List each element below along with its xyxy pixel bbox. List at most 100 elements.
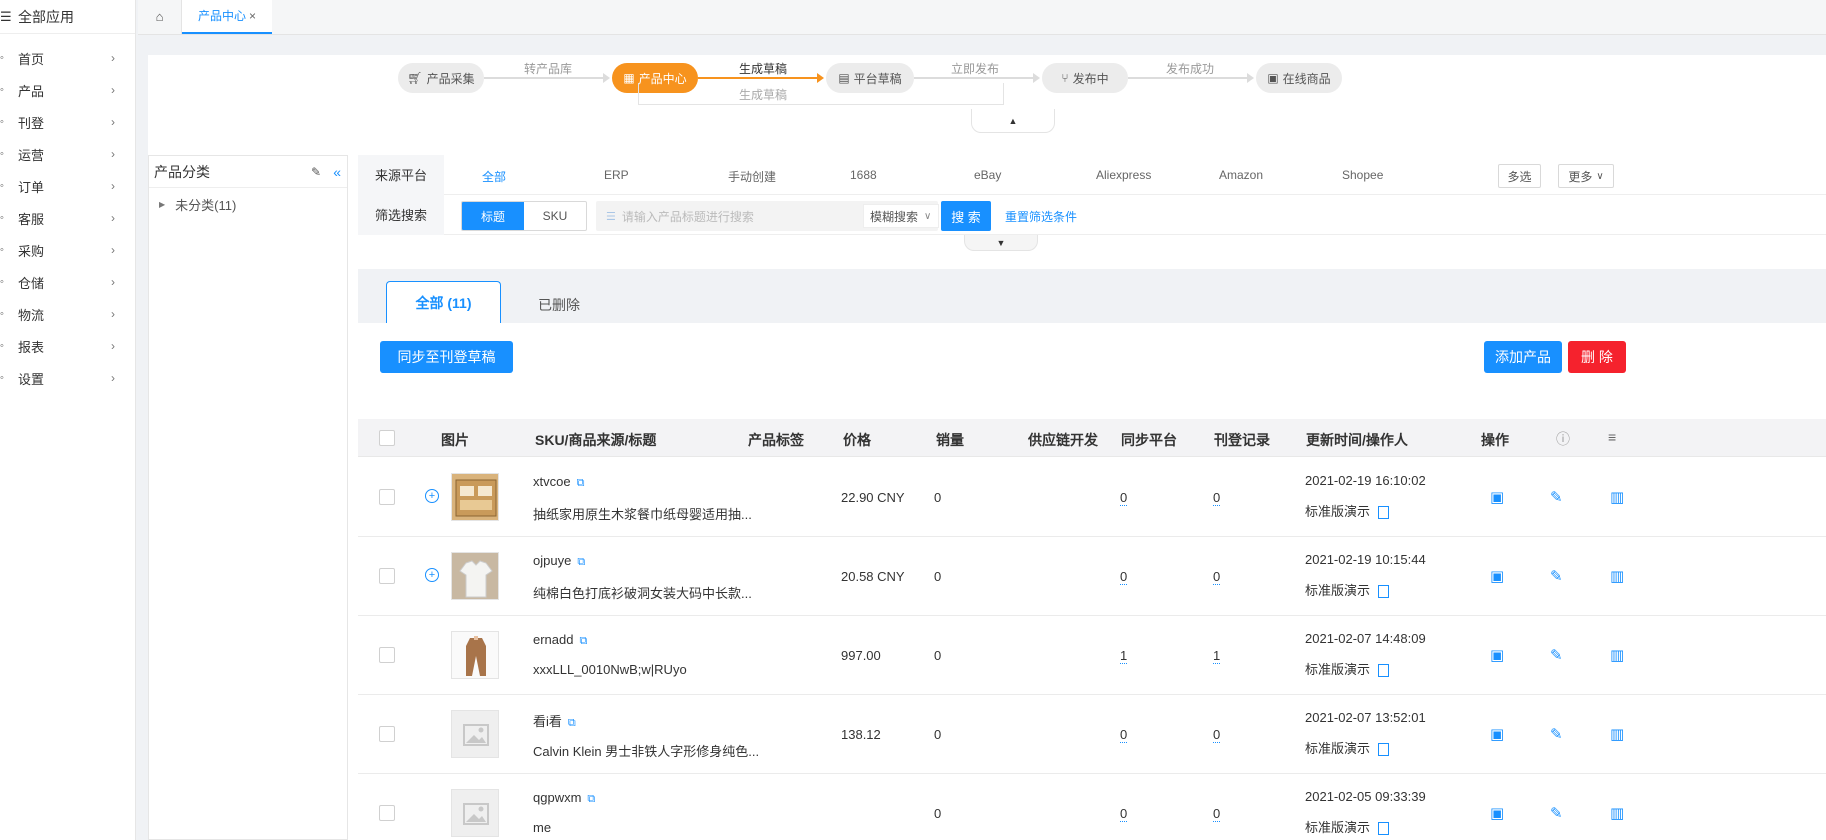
sku-text[interactable]: xtvcoe	[533, 474, 571, 489]
log-icon[interactable]	[1378, 822, 1390, 836]
edit-icon[interactable]: ✎	[1550, 646, 1563, 664]
source-option[interactable]: 1688	[850, 168, 877, 182]
listing-record-count[interactable]: 0	[1213, 727, 1221, 743]
tab-all[interactable]: 全部 (11)	[386, 281, 501, 323]
sync-platform-count[interactable]: 0	[1120, 806, 1128, 822]
sync-platform-count[interactable]: 0	[1120, 569, 1128, 585]
source-option[interactable]: Amazon	[1219, 168, 1263, 182]
sidebar-item[interactable]: ◦ 订单 ›	[0, 170, 135, 202]
edit-icon[interactable]: ✎	[1550, 567, 1563, 585]
trash-icon[interactable]: ▥	[1610, 567, 1624, 585]
publish-icon[interactable]: ▣	[1490, 804, 1504, 822]
trash-icon[interactable]: ▥	[1610, 488, 1624, 506]
copy-icon[interactable]: ⧉	[579, 635, 587, 647]
collapse-flow-button[interactable]: ▲	[971, 109, 1055, 133]
product-image[interactable]	[451, 789, 499, 837]
listing-record-count[interactable]: 0	[1213, 806, 1221, 822]
publish-icon[interactable]: ▣	[1490, 488, 1504, 506]
trash-icon[interactable]: ▥	[1610, 804, 1624, 822]
home-tab[interactable]: ⌂	[138, 0, 182, 34]
edit-icon[interactable]: ✎	[1550, 488, 1563, 506]
sidebar-item[interactable]: ◦ 物流 ›	[0, 298, 135, 330]
search-button[interactable]: 搜 索	[941, 201, 991, 231]
mode-sku[interactable]: SKU	[524, 202, 586, 230]
info-icon[interactable]: ⓘ	[1556, 429, 1570, 449]
copy-icon[interactable]: ⧉	[577, 477, 585, 489]
sidebar-item[interactable]: ◦ 客服 ›	[0, 202, 135, 234]
trash-icon[interactable]: ▥	[1610, 646, 1624, 664]
source-option[interactable]: eBay	[974, 168, 1001, 182]
publish-icon[interactable]: ▣	[1490, 567, 1504, 585]
sku-text[interactable]: ernadd	[533, 632, 573, 647]
product-image[interactable]	[451, 631, 499, 679]
log-icon[interactable]	[1378, 664, 1390, 678]
sidebar-item[interactable]: ◦ 报表 ›	[0, 330, 135, 362]
all-apps-header[interactable]: ☰ 全部应用	[0, 0, 135, 34]
delete-button[interactable]: 删 除	[1568, 341, 1626, 373]
sync-platform-count[interactable]: 1	[1120, 648, 1128, 664]
trash-icon[interactable]: ▥	[1610, 725, 1624, 743]
collapse-left-icon[interactable]: «	[333, 164, 341, 180]
step-publishing[interactable]: ⑂ 发布中	[1042, 63, 1128, 93]
category-item[interactable]: ▶ 未分类(11)	[149, 188, 347, 220]
sku-text[interactable]: ojpuye	[533, 553, 571, 568]
sync-platform-count[interactable]: 0	[1120, 490, 1128, 506]
sidebar-item[interactable]: ◦ 刊登 ›	[0, 106, 135, 138]
more-button[interactable]: 更多 ∨	[1558, 164, 1614, 188]
step-online-goods[interactable]: ▣ 在线商品	[1256, 63, 1342, 93]
select-all-checkbox[interactable]	[379, 430, 395, 446]
close-icon[interactable]: ×	[249, 9, 256, 23]
sidebar-item[interactable]: ◦ 产品 ›	[0, 74, 135, 106]
listing-record-count[interactable]: 0	[1213, 569, 1221, 585]
source-option[interactable]: 手动创建	[728, 168, 776, 185]
caret-right-icon[interactable]: ▶	[159, 200, 165, 209]
sync-platform-count[interactable]: 0	[1120, 727, 1128, 743]
sync-draft-button[interactable]: 同步至刊登草稿	[380, 341, 513, 373]
log-icon[interactable]	[1378, 506, 1390, 520]
edit-icon[interactable]: ✎	[1550, 725, 1563, 743]
copy-icon[interactable]: ⧉	[577, 556, 585, 568]
sidebar-item[interactable]: ◦ 首页 ›	[0, 42, 135, 74]
expand-icon[interactable]: +	[425, 489, 439, 503]
product-image[interactable]	[451, 473, 499, 521]
tab-deleted[interactable]: 已删除	[538, 295, 580, 315]
sidebar-item[interactable]: ◦ 运营 ›	[0, 138, 135, 170]
publish-icon[interactable]: ▣	[1490, 646, 1504, 664]
log-icon[interactable]	[1378, 743, 1390, 757]
copy-icon[interactable]: ⧉	[568, 717, 576, 729]
sidebar-item[interactable]: ◦ 设置 ›	[0, 362, 135, 394]
source-option[interactable]: Shopee	[1342, 168, 1383, 182]
source-option[interactable]: 全部	[482, 168, 506, 185]
tab-product-center[interactable]: 产品中心 ×	[182, 0, 273, 34]
edit-icon[interactable]: ✎	[1550, 804, 1563, 822]
row-checkbox[interactable]	[379, 805, 395, 821]
log-icon[interactable]	[1378, 585, 1390, 599]
source-option[interactable]: ERP	[604, 168, 629, 182]
expand-icon[interactable]: +	[425, 568, 439, 582]
expand-filters-button[interactable]: ▼	[964, 235, 1038, 251]
row-checkbox[interactable]	[379, 726, 395, 742]
edit-icon[interactable]: ✎	[311, 165, 321, 179]
listing-record-count[interactable]: 1	[1213, 648, 1221, 664]
step-platform-draft[interactable]: ▤ 平台草稿	[826, 63, 914, 93]
product-image[interactable]	[451, 552, 499, 600]
reset-filters-link[interactable]: 重置筛选条件	[1005, 208, 1077, 225]
row-checkbox[interactable]	[379, 647, 395, 663]
sku-text[interactable]: qgpwxm	[533, 790, 581, 805]
multi-select-button[interactable]: 多选	[1498, 164, 1541, 188]
sidebar-item[interactable]: ◦ 采购 ›	[0, 234, 135, 266]
fuzzy-search-select[interactable]: 模糊搜索 ∨	[863, 204, 939, 228]
source-option[interactable]: Aliexpress	[1096, 168, 1151, 182]
sidebar-item[interactable]: ◦ 仓储 ›	[0, 266, 135, 298]
row-checkbox[interactable]	[379, 568, 395, 584]
step-collect[interactable]: 🛒︎ 产品采集	[398, 63, 484, 93]
row-checkbox[interactable]	[379, 489, 395, 505]
column-settings-icon[interactable]: ≡	[1608, 429, 1616, 445]
listing-record-count[interactable]: 0	[1213, 490, 1221, 506]
copy-icon[interactable]: ⧉	[587, 793, 595, 805]
publish-icon[interactable]: ▣	[1490, 725, 1504, 743]
add-product-button[interactable]: 添加产品	[1484, 341, 1562, 373]
sku-text[interactable]: 看i看	[533, 714, 562, 729]
mode-title[interactable]: 标题	[462, 202, 524, 230]
product-image[interactable]	[451, 710, 499, 758]
